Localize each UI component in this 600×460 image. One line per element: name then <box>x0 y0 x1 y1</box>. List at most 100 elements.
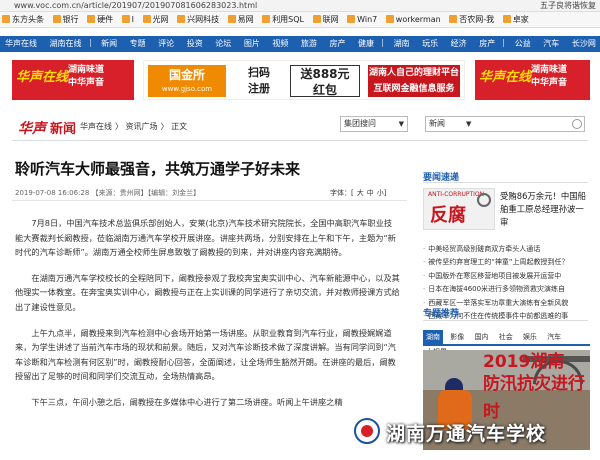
nav-item[interactable]: 视频 <box>272 36 288 52</box>
favorite-item[interactable]: 卓家 <box>502 12 529 27</box>
nav-item[interactable]: 专题 <box>130 36 146 52</box>
nav-item[interactable]: 汽车 <box>543 36 559 52</box>
favorite-item[interactable]: 硬件 <box>87 12 113 27</box>
bookmark-icon <box>385 15 394 23</box>
ad-banner-right[interactable]: 华声在线 湖南味道 中华声音 <box>475 60 590 100</box>
font-size-control: 字体：[大中小] <box>330 189 387 197</box>
search-icon[interactable] <box>572 119 582 129</box>
ad-banner-gjso[interactable]: 国金所 www.gjso.com 扫码 注册 送888元 红包 湖南人自己的理财平台互… <box>143 60 465 100</box>
tab-auto[interactable]: 汽车 <box>544 330 564 345</box>
school-logo-icon <box>354 418 380 444</box>
site-nav: 华声在线 湖南在线 新闻 专题 评论 投资 论坛 图片 视频 旅游 房产 健康 … <box>0 36 600 52</box>
bookmark-icon <box>347 15 356 23</box>
article-paragraph: 下午三点，午间小憩之后，阚教授在多媒体中心进行了第二场讲座。听闻上午讲座之精 <box>31 396 343 407</box>
font-size-large[interactable]: 大 <box>357 189 364 197</box>
article-meta: 2019-07-08 16:06:28 【来源：贵州网】【编辑：刘金兰】 <box>15 189 201 197</box>
nav-item[interactable]: 旅游 <box>301 36 317 52</box>
favorite-item[interactable]: Win7 <box>347 12 377 27</box>
nav-item[interactable]: 湖南在线 <box>50 36 82 52</box>
sidebar-divider <box>423 182 588 183</box>
nav-item[interactable]: 评论 <box>158 36 174 52</box>
magnifier-icon <box>477 193 491 207</box>
list-item[interactable]: 日本在海拔4600米进行多领物资救灾演练自 <box>423 283 593 296</box>
bookmark-icon <box>262 15 271 23</box>
bookmark-icon <box>2 15 10 23</box>
header-divider <box>12 140 588 141</box>
article-paragraph: 在湖南万通汽车学校校长的全程陪同下，阚教授参观了我校奔宝奥实训中心、汽车新能源中… <box>15 272 400 312</box>
favorite-item[interactable]: workerman <box>385 12 441 27</box>
nav-item[interactable]: 华声在线 <box>5 36 37 52</box>
ad-banner-left[interactable]: 华声在线 湖南味道 中华声音 <box>12 60 134 100</box>
nav-divider <box>503 39 505 47</box>
chevron-down-icon: ▼ <box>398 120 404 128</box>
bookmark-icon <box>177 15 186 23</box>
favorites-bar: 东方头条 银行 硬件 I 光网 兴网科技 易网 利用SQL 联网 Win7 wo… <box>0 12 600 28</box>
gjso-scan-text: 扫码 注册 <box>248 66 270 95</box>
nav-item[interactable]: 公益 <box>515 36 531 52</box>
bookmark-icon <box>227 15 236 23</box>
bookmark-icon <box>312 15 321 23</box>
article-divider <box>12 200 407 201</box>
article-paragraph: 7月8日，中国汽车技术总监俱乐部创始人，安莱(北京)汽车技术研究院院长，全国中高… <box>15 218 396 258</box>
featured-headline[interactable]: 受贿86万余元！中国船舶重工原总经理孙波一审 <box>500 190 590 229</box>
list-item[interactable]: 中国版外在寒区移营地项目被发展开运营中 <box>423 270 593 283</box>
nav-item[interactable]: 房产 <box>479 36 495 52</box>
anti-corruption-thumb[interactable]: ANTI-CORRUPTION 反腐 <box>423 188 495 230</box>
article-body: 7月8日，中国汽车技术总监俱乐部创始人，安莱(北京)汽车技术研究院院长，全国中高… <box>15 216 400 421</box>
nav-item[interactable]: 论坛 <box>215 36 231 52</box>
list-item[interactable]: 中美经贸高级别磋商双方牵头人通话 <box>423 243 593 256</box>
article-paragraph: 上午九点半，阚教授来到汽车检测中心会场开始第一场讲座。从职业教育到汽车行业，阚教… <box>15 327 396 382</box>
tab-photo[interactable]: 影像 <box>447 330 467 345</box>
tab-hunan[interactable]: 湖南 <box>423 330 443 345</box>
nav-item[interactable]: 投资 <box>187 36 203 52</box>
font-size-medium[interactable]: 中 <box>367 189 374 197</box>
bookmark-icon <box>52 15 61 23</box>
group-search-select[interactable]: 集团搜问 ▼ <box>340 116 408 132</box>
bookmark-icon <box>121 15 130 23</box>
nav-divider <box>382 39 384 47</box>
nav-divider <box>89 39 91 47</box>
nav-item[interactable]: 房产 <box>329 36 345 52</box>
favorite-item[interactable]: 东方头条 <box>2 12 44 27</box>
favorite-item[interactable]: 利用SQL <box>262 12 304 27</box>
favorite-item[interactable]: I <box>121 12 134 27</box>
bookmark-icon <box>87 15 96 23</box>
tab-entertainment[interactable]: 娱乐 <box>520 330 540 345</box>
favorite-item[interactable]: 易网 <box>227 12 254 27</box>
breadcrumb-item[interactable]: 资讯广场 <box>126 122 158 131</box>
address-bar[interactable]: www.voc.com.cn/article/201907/2019070816… <box>0 0 600 12</box>
breadcrumb-item[interactable]: 华声在线 <box>80 122 112 131</box>
gjso-ad-text: 湖南人自己的理财平台 互联网金融信息服务 <box>368 65 460 97</box>
article-title: 聆听汽车大师最强音，共筑万通学子好未来 <box>15 160 301 178</box>
bookmark-icon <box>142 15 151 23</box>
news-search-input[interactable]: 新闻 ▼ <box>425 116 585 132</box>
nav-item[interactable]: 图片 <box>244 36 260 52</box>
nav-item[interactable]: 新闻 <box>101 36 117 52</box>
sidebar-divider <box>423 320 588 321</box>
tab-society[interactable]: 社会 <box>496 330 516 345</box>
sidebar-title-topics: 专题推荐 <box>423 309 460 319</box>
banner-brand: 华声在线 <box>479 70 532 85</box>
tab-domestic[interactable]: 国内 <box>471 330 491 345</box>
favorite-item[interactable]: 兴网科技 <box>177 12 219 27</box>
nav-item[interactable]: 玩乐 <box>422 36 438 52</box>
bookmark-icon <box>502 15 511 23</box>
url-text[interactable]: www.voc.com.cn/article/201907/2019070816… <box>14 0 257 12</box>
favorite-item[interactable]: 光网 <box>142 12 169 27</box>
gjso-bonus: 送888元 红包 <box>290 65 360 97</box>
nav-item[interactable]: 湖南 <box>394 36 410 52</box>
favorite-item[interactable]: 否农网-我 <box>449 12 494 27</box>
favorite-item[interactable]: 联网 <box>312 12 339 27</box>
topic-tabs: 湖南 影像 国内 社会 娱乐 汽车 大视界 <box>423 330 590 356</box>
nav-item[interactable]: 健康 <box>358 36 374 52</box>
banner-slogan: 湖南味道 中华声音 <box>531 65 568 88</box>
bookmark-icon <box>449 15 458 23</box>
nav-item[interactable]: 长沙网 <box>572 36 596 52</box>
list-item[interactable]: 被传坚约弃官理工的“神童”上周起教授到任？ <box>423 256 593 269</box>
font-size-small[interactable]: 小 <box>377 189 384 197</box>
banner-slogan: 湖南味道 中华声音 <box>68 65 105 88</box>
favorite-item[interactable]: 银行 <box>52 12 79 27</box>
nav-item[interactable]: 经济 <box>451 36 467 52</box>
school-watermark: 湖南万通汽车学校 <box>350 416 600 446</box>
site-logo[interactable]: 华声 新闻 <box>18 118 76 138</box>
